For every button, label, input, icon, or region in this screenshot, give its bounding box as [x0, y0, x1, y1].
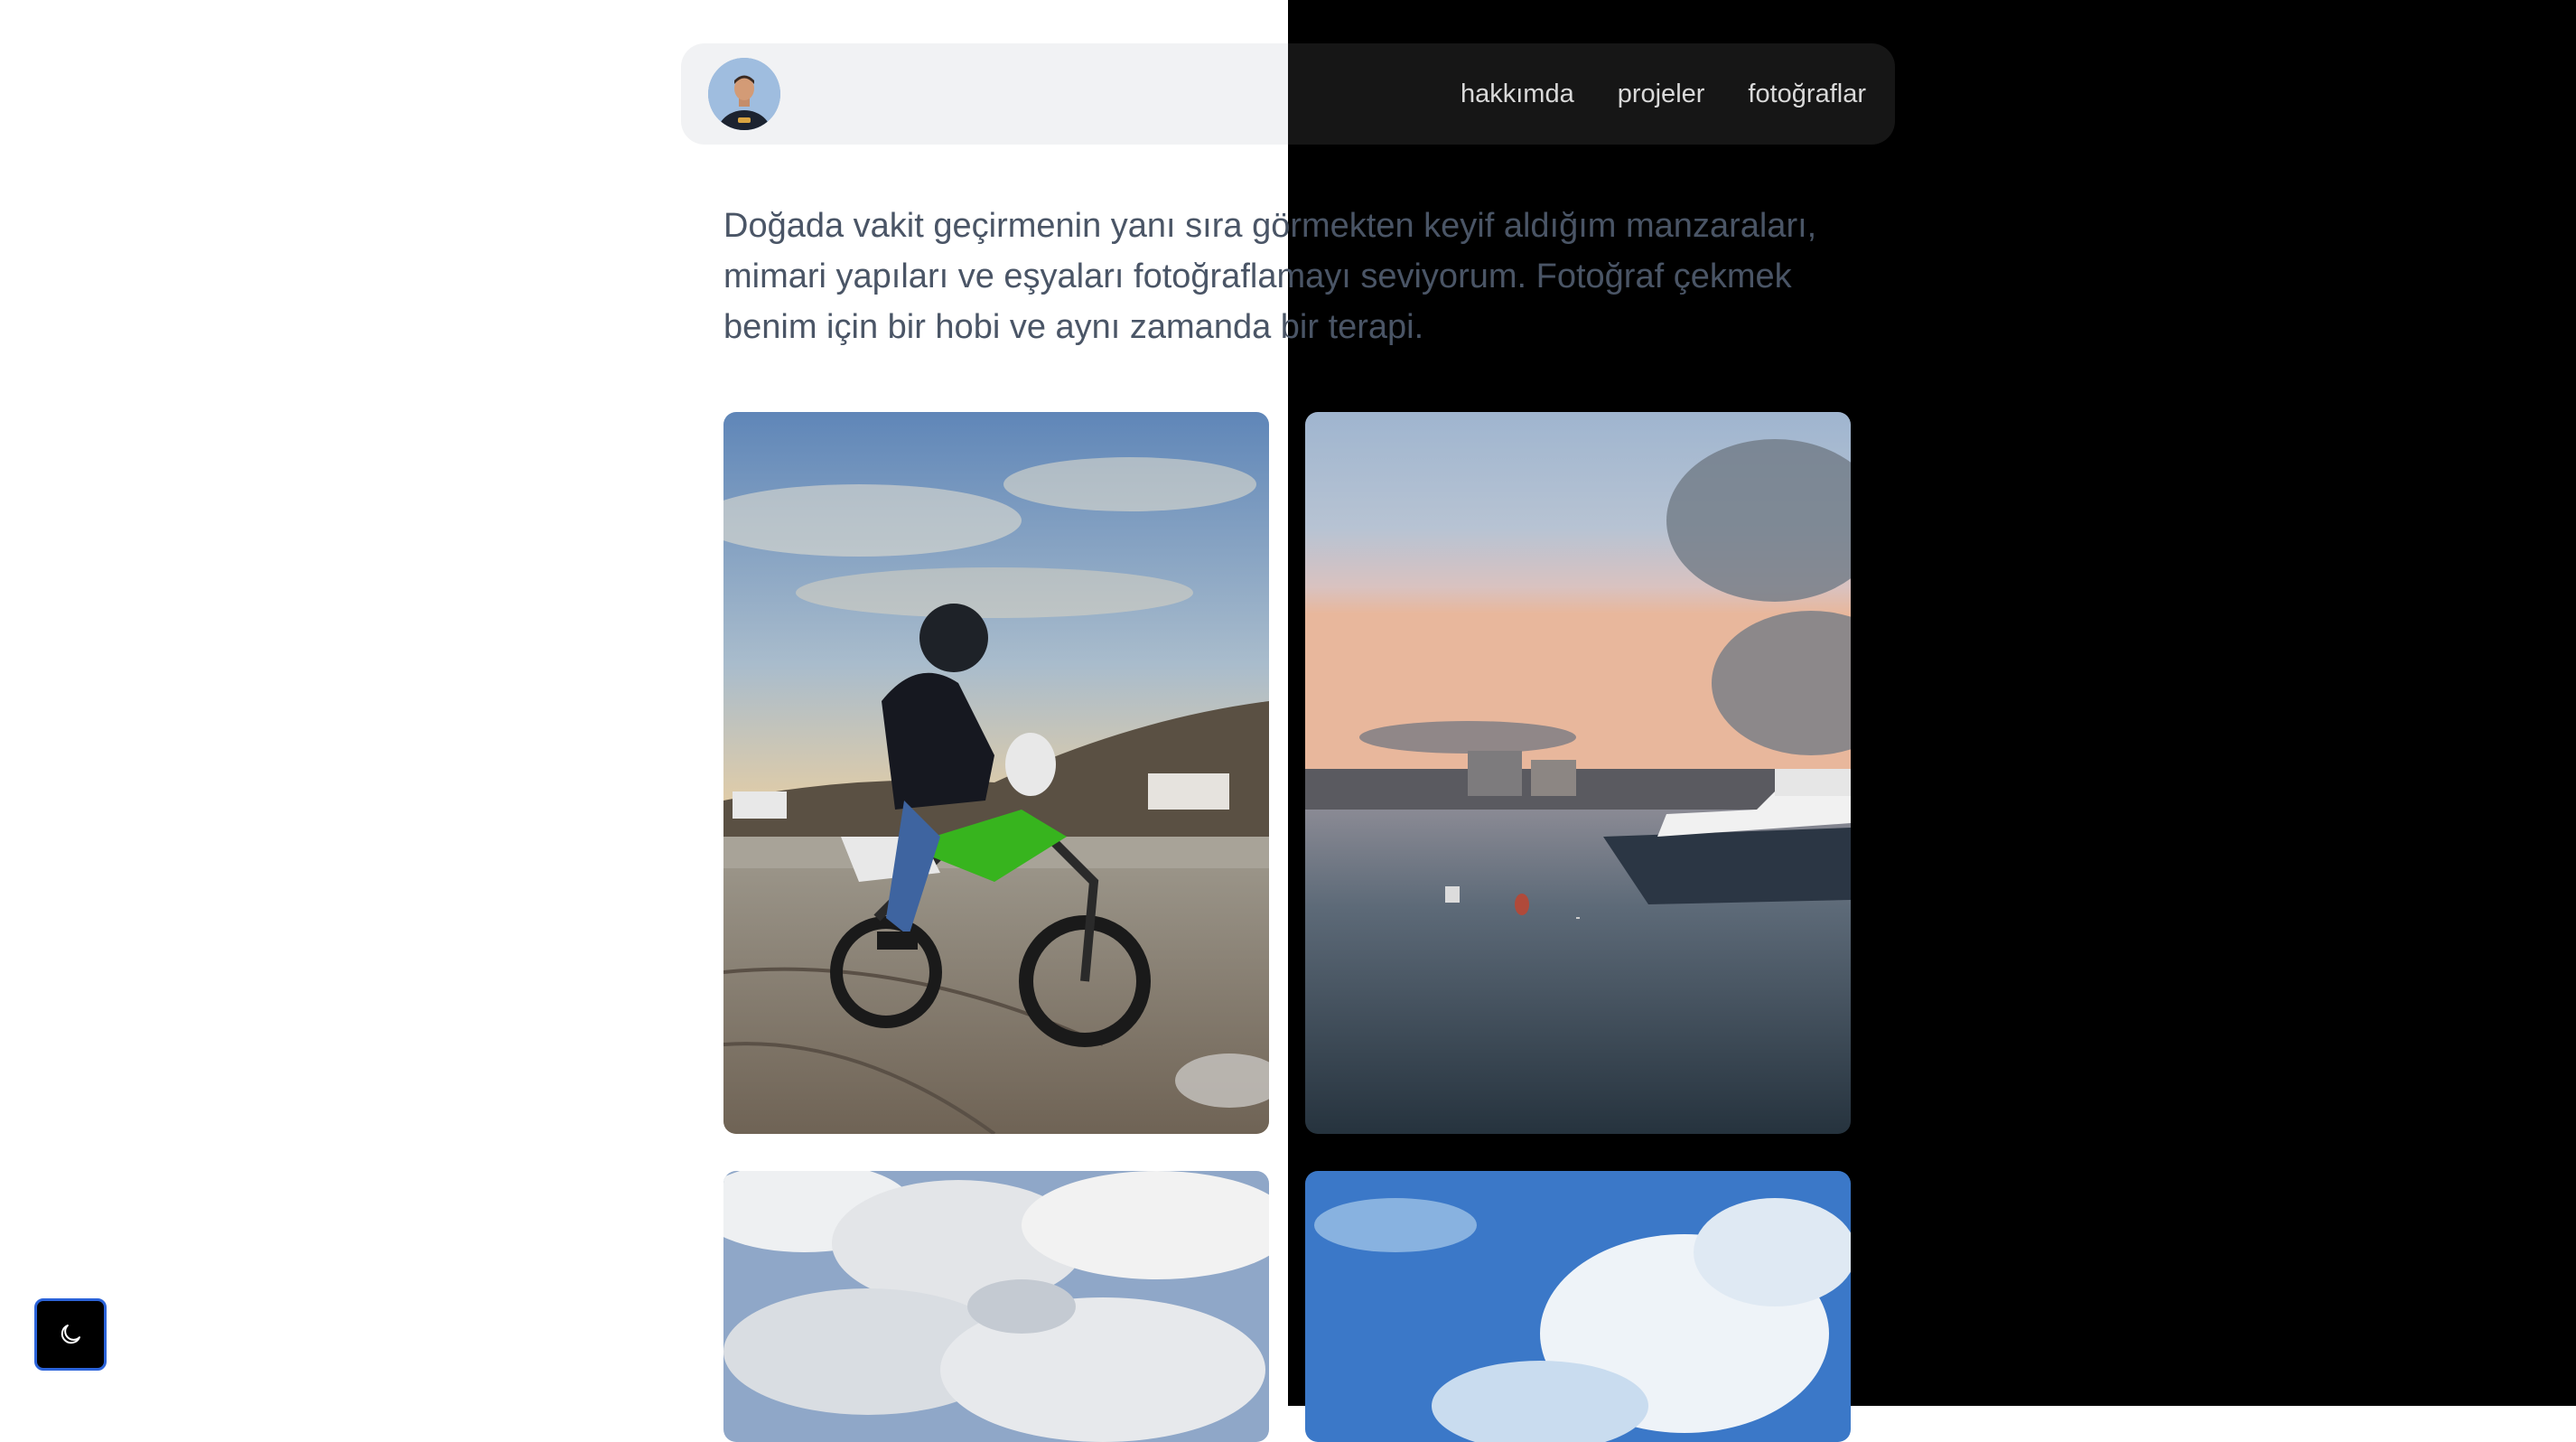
avatar[interactable] — [708, 58, 780, 130]
nav-link-fotograflar[interactable]: fotoğraflar — [1748, 80, 1866, 109]
photo-harbor[interactable] — [1305, 412, 1851, 1134]
intro-line-1: Doğada vakit geçirmenin yanı sıra görmek… — [723, 207, 1817, 245]
page-content: hakkımda projeler fotoğraflar Doğada vak… — [0, 0, 2576, 1442]
harbor-photo-image — [1305, 412, 1851, 1134]
nav-link-hakkimda[interactable]: hakkımda — [1461, 80, 1574, 109]
site-header: hakkımda projeler fotoğraflar — [681, 43, 1895, 145]
theme-toggle-button[interactable] — [34, 1298, 107, 1371]
moon-icon — [61, 1325, 80, 1344]
blue-sky-photo-image — [1305, 1171, 1851, 1442]
photo-blue-sky[interactable] — [1305, 1171, 1851, 1442]
intro-line-2: mimari yapıları ve eşyaları fotoğraflama… — [723, 258, 1792, 295]
avatar-image — [708, 58, 780, 130]
intro-line-3: benim için bir hobi ve aynı zamanda bir … — [723, 308, 1424, 346]
photo-motorcycle[interactable] — [723, 412, 1269, 1134]
intro-paragraph: Doğada vakit geçirmenin yanı sıra görmek… — [723, 201, 1834, 352]
clouds-photo-image — [723, 1171, 1269, 1442]
main-nav: hakkımda projeler fotoğraflar — [1461, 43, 1866, 145]
motorcycle-photo-image — [723, 412, 1269, 1134]
nav-link-projeler[interactable]: projeler — [1618, 80, 1705, 109]
photo-clouds[interactable] — [723, 1171, 1269, 1442]
